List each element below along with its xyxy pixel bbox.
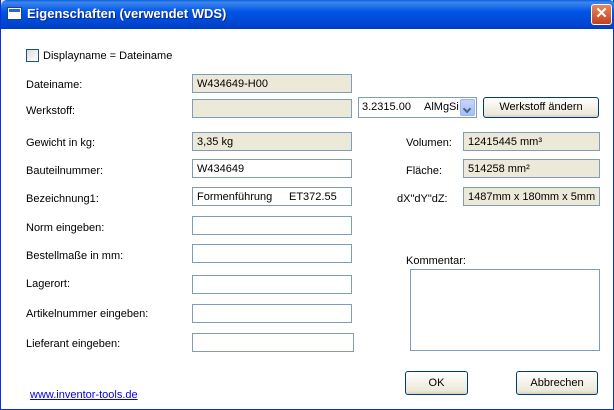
bauteilnummer-label: Bauteilnummer: (26, 165, 104, 177)
website-link[interactable]: www.inventor-tools.de (30, 389, 138, 401)
bezeichnung1-input[interactable]: Formenführung ET372.55 (192, 187, 352, 206)
kommentar-textarea[interactable] (410, 269, 600, 351)
lieferant-label: Lieferant eingeben: (26, 338, 121, 350)
bestellmasse-label: Bestellmaße in mm: (26, 250, 124, 262)
volumen-field: 12415445 mm³ (463, 132, 600, 151)
volumen-label: Volumen: (406, 137, 452, 149)
window-icon (7, 7, 22, 20)
werkstoff-code: 3.2315.00 (362, 101, 411, 113)
werkstoff-field (192, 99, 352, 118)
dateiname-label: Dateiname: (26, 79, 83, 91)
properties-dialog: Eigenschaften (verwendet WDS) ✕ Displayn… (0, 0, 614, 410)
gewicht-label: Gewicht in kg: (26, 137, 96, 149)
dims-field: 1487mm x 180mm x 5mm (463, 187, 600, 206)
artikelnummer-input[interactable] (192, 304, 352, 323)
flaeche-field: 514258 mm² (463, 159, 600, 178)
lieferant-input[interactable] (192, 333, 354, 352)
cancel-button[interactable]: Abbrechen (516, 371, 598, 395)
close-button[interactable]: ✕ (591, 4, 612, 25)
displayname-checkbox[interactable] (26, 49, 39, 62)
title-bar[interactable]: Eigenschaften (verwendet WDS) ✕ (1, 0, 614, 29)
norm-label: Norm eingeben: (26, 222, 105, 234)
bauteilnummer-input[interactable]: W434649 (192, 159, 352, 178)
displayname-checkbox-label[interactable]: Displayname = Dateiname (43, 49, 172, 63)
dims-label: dX"dY"dZ: (397, 193, 448, 205)
norm-input[interactable] (192, 216, 352, 235)
artikelnummer-label: Artikelnummer eingeben: (26, 308, 149, 320)
bezeichnung1-label: Bezeichnung1: (26, 193, 99, 205)
lagerort-label: Lagerort: (26, 278, 71, 290)
lagerort-input[interactable] (192, 275, 352, 294)
flaeche-label: Fläche: (406, 165, 443, 177)
gewicht-field: 3,35 kg (192, 132, 352, 151)
chevron-down-icon[interactable] (460, 99, 475, 116)
kommentar-label: Kommentar: (406, 255, 466, 267)
werkstoff-label: Werkstoff: (26, 105, 76, 117)
dateiname-field: W434649-H00 (192, 74, 352, 93)
window-title: Eigenschaften (verwendet WDS) (27, 6, 227, 21)
werkstoff-aendern-button[interactable]: Werkstoff ändern (483, 97, 599, 118)
bestellmasse-input[interactable] (192, 244, 352, 263)
ok-button[interactable]: OK (405, 371, 468, 395)
bezeichnung1-text: Formenführung (197, 191, 273, 203)
bezeichnung1-code: ET372.55 (289, 191, 337, 203)
werkstoff-select[interactable]: 3.2315.00 AlMgSi (358, 97, 477, 118)
werkstoff-name: AlMgSi (424, 101, 459, 113)
